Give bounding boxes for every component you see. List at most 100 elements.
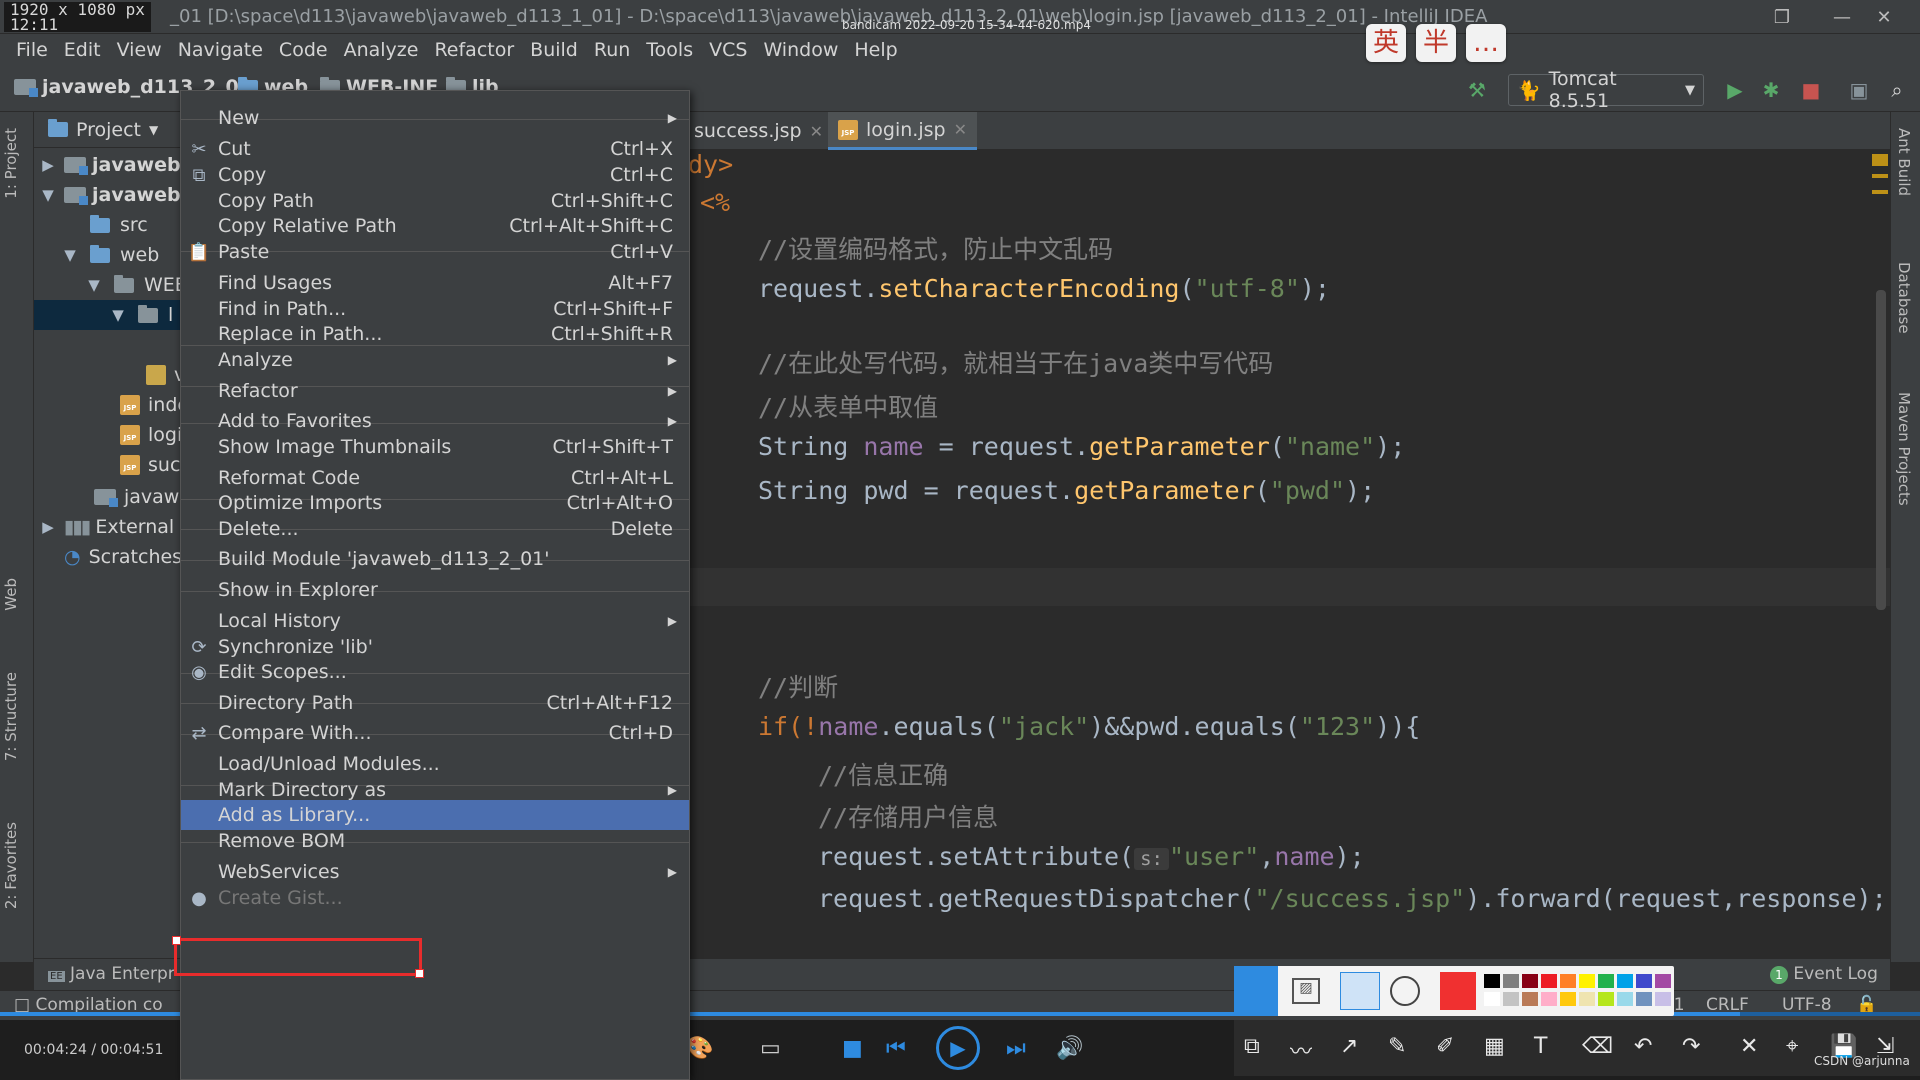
- stop-playback-icon[interactable]: ■: [842, 1036, 863, 1061]
- context-menu-item-build-module-javaweb-d113-2-01[interactable]: Build Module 'javaweb_d113_2_01': [181, 544, 689, 574]
- clear-icon[interactable]: ✕: [1740, 1034, 1758, 1059]
- code-editor[interactable]: dy> <% //设置编码格式，防止中文乱码 request.setCharac…: [684, 150, 1890, 913]
- menu-run[interactable]: Run: [586, 39, 638, 61]
- build-hammer-icon[interactable]: ⚒: [1464, 78, 1490, 102]
- color-swatch[interactable]: [1522, 992, 1538, 1006]
- database-tool-tab[interactable]: Database: [1895, 262, 1913, 334]
- favorites-tool-tab[interactable]: 2: Favorites: [2, 822, 20, 909]
- screen-icon[interactable]: ▭: [760, 1036, 781, 1061]
- color-swatch[interactable]: [1598, 992, 1614, 1006]
- color-swatch[interactable]: [1636, 974, 1652, 988]
- menu-refactor[interactable]: Refactor: [426, 39, 522, 61]
- arrow-tool-icon[interactable]: ↗: [1340, 1034, 1358, 1059]
- menu-file[interactable]: File: [8, 39, 56, 61]
- color-swatch[interactable]: [1560, 974, 1576, 988]
- warning-marker[interactable]: [1872, 174, 1888, 178]
- color-swatch[interactable]: [1503, 974, 1519, 988]
- color-swatch[interactable]: [1579, 992, 1595, 1006]
- menu-view[interactable]: View: [109, 39, 170, 61]
- stop-icon[interactable]: ■: [1798, 78, 1824, 102]
- color-swatch[interactable]: [1655, 992, 1671, 1006]
- run-configuration-selector[interactable]: 🐈 Tomcat 8.5.51 ▼: [1508, 68, 1704, 112]
- context-menu-item-paste[interactable]: 📋 Paste Ctrl+V: [181, 237, 689, 267]
- color-swatch[interactable]: [1541, 974, 1557, 988]
- restore-window-icon[interactable]: ❐: [1764, 6, 1800, 30]
- context-menu-item-refactor[interactable]: Refactor ▶: [181, 376, 689, 406]
- menu-tools[interactable]: Tools: [638, 39, 701, 61]
- mouse-effect-icon[interactable]: ⌖: [1786, 1034, 1798, 1059]
- color-swatch[interactable]: [1636, 992, 1652, 1006]
- color-swatch[interactable]: [1484, 974, 1500, 988]
- close-icon[interactable]: ✕: [810, 122, 823, 141]
- collapse-arrow-icon[interactable]: ▼: [38, 186, 58, 204]
- menu-code[interactable]: Code: [271, 39, 336, 61]
- search-icon[interactable]: ⌕: [1884, 78, 1910, 102]
- hatch-fill-icon[interactable]: ▨: [1292, 978, 1320, 1004]
- play-button[interactable]: ▶: [936, 1026, 980, 1070]
- context-menu-item-delete[interactable]: Delete... Delete: [181, 514, 689, 544]
- previous-icon[interactable]: ⏮: [886, 1036, 906, 1061]
- minimize-window-icon[interactable]: —: [1824, 6, 1860, 30]
- current-color-swatch[interactable]: [1440, 972, 1476, 1010]
- color-swatch[interactable]: [1522, 974, 1538, 988]
- color-swatch[interactable]: [1617, 974, 1633, 988]
- whiteboard-icon[interactable]: ⧉: [1244, 1034, 1260, 1059]
- context-menu-item-edit-scopes[interactable]: ◉ Edit Scopes...: [181, 657, 689, 687]
- context-menu-item-directory-path[interactable]: Directory Path Ctrl+Alt+F12: [181, 688, 689, 718]
- collapse-arrow-icon[interactable]: ▼: [84, 276, 104, 294]
- undo-icon[interactable]: ↶: [1634, 1034, 1652, 1059]
- context-menu-item-new[interactable]: New ▶: [181, 103, 689, 133]
- palette-icon[interactable]: 🎨: [686, 1036, 713, 1061]
- expand-arrow-icon[interactable]: ▶: [38, 518, 58, 536]
- menu-navigate[interactable]: Navigate: [170, 39, 271, 61]
- warning-marker[interactable]: [1872, 190, 1888, 194]
- menu-window[interactable]: Window: [755, 39, 846, 61]
- editor-scrollbar[interactable]: [1876, 290, 1886, 610]
- warning-marker[interactable]: [1872, 154, 1888, 166]
- context-menu-item-remove-bom[interactable]: Remove BOM: [181, 826, 689, 856]
- color-swatch[interactable]: [1579, 974, 1595, 988]
- color-swatch[interactable]: [1541, 992, 1557, 1006]
- next-icon[interactable]: ⏭: [1006, 1036, 1026, 1061]
- redo-icon[interactable]: ↷: [1682, 1034, 1700, 1059]
- mosaic-icon[interactable]: ▦: [1484, 1034, 1505, 1059]
- color-swatch[interactable]: [1617, 992, 1633, 1006]
- volume-icon[interactable]: 🔊: [1056, 1036, 1083, 1061]
- text-tool-icon[interactable]: T: [1534, 1034, 1547, 1059]
- structure-tool-tab[interactable]: 7: Structure: [2, 672, 20, 761]
- color-swatch[interactable]: [1560, 992, 1576, 1006]
- rectangle-tool-icon[interactable]: [1340, 972, 1380, 1010]
- ime-halfwidth-button[interactable]: 半: [1416, 24, 1456, 62]
- menu-analyze[interactable]: Analyze: [336, 39, 427, 61]
- tab-login-jsp[interactable]: JSP login.jsp ✕: [828, 112, 977, 150]
- pen-size-button[interactable]: [1234, 966, 1278, 1016]
- close-icon[interactable]: ✕: [954, 120, 967, 139]
- close-window-icon[interactable]: ✕: [1866, 6, 1902, 30]
- highlighter-icon[interactable]: ✐: [1436, 1034, 1454, 1059]
- freehand-icon[interactable]: 〰: [1290, 1034, 1312, 1066]
- collapse-arrow-icon[interactable]: ▼: [60, 246, 80, 264]
- maven-projects-tool-tab[interactable]: Maven Projects: [1895, 392, 1913, 506]
- context-menu-item-show-image-thumbnails[interactable]: Show Image Thumbnails Ctrl+Shift+T: [181, 432, 689, 462]
- ime-english-button[interactable]: 英: [1366, 24, 1406, 62]
- run-icon[interactable]: ▶: [1722, 78, 1748, 102]
- web-tool-tab[interactable]: Web: [2, 578, 20, 611]
- pencil-icon[interactable]: ✎: [1388, 1034, 1406, 1059]
- color-swatch[interactable]: [1655, 974, 1671, 988]
- ime-more-button[interactable]: …: [1466, 24, 1506, 62]
- menu-edit[interactable]: Edit: [56, 39, 109, 61]
- expand-arrow-icon[interactable]: ▶: [38, 156, 58, 174]
- menu-help[interactable]: Help: [846, 39, 905, 61]
- collapse-arrow-icon[interactable]: ▼: [108, 306, 128, 324]
- event-log-tool-tab[interactable]: 1 Event Log: [1770, 964, 1878, 984]
- color-swatch[interactable]: [1598, 974, 1614, 988]
- java-enterprise-tool-tab[interactable]: EE Java Enterpr: [48, 964, 175, 984]
- project-tool-tab[interactable]: 1: Project: [2, 128, 20, 199]
- color-swatch[interactable]: [1484, 992, 1500, 1006]
- tab-success-jsp[interactable]: success.jsp ✕: [684, 112, 833, 150]
- project-structure-icon[interactable]: ▣: [1846, 78, 1872, 102]
- color-swatch[interactable]: [1503, 992, 1519, 1006]
- menu-vcs[interactable]: VCS: [701, 39, 755, 61]
- ant-build-tool-tab[interactable]: Ant Build: [1895, 128, 1913, 196]
- ellipse-tool-icon[interactable]: [1390, 976, 1420, 1006]
